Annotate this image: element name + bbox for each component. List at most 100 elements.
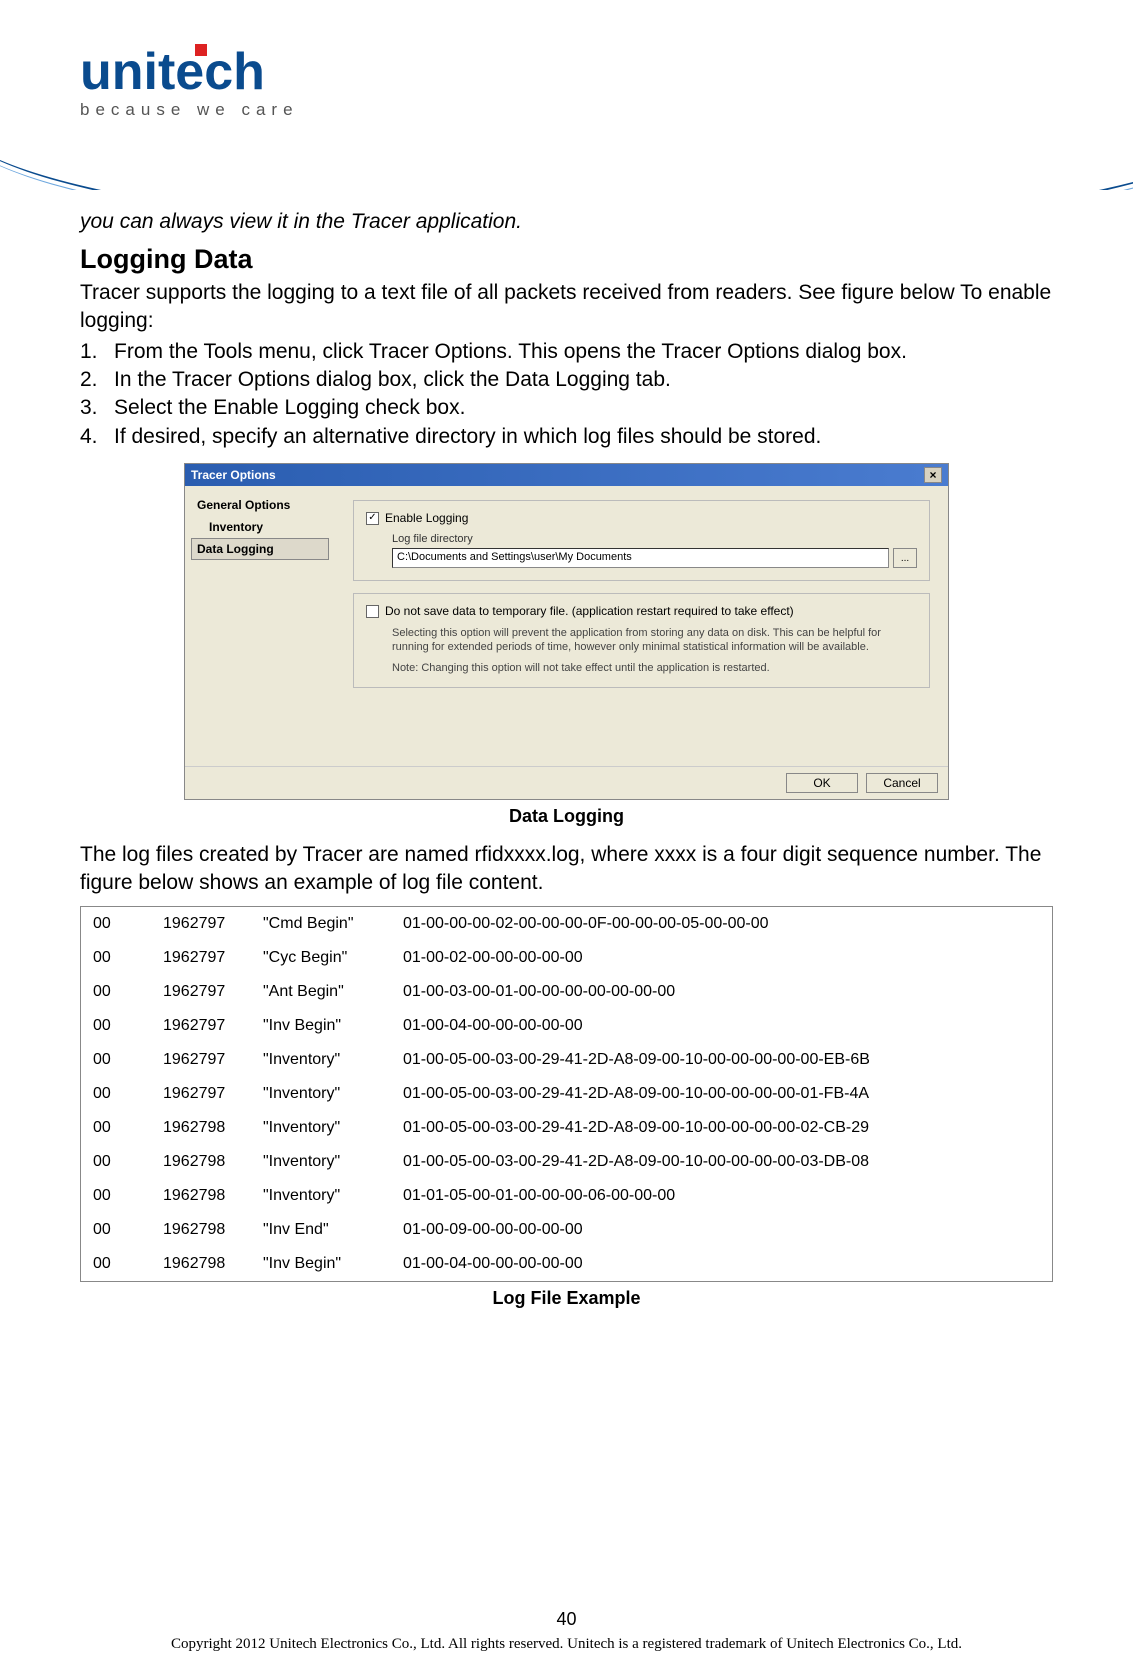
lead-text: you can always view it in the Tracer app…	[80, 210, 1053, 234]
table-row: 001962797"Inv Begin"01-00-04-00-00-00-00…	[81, 1009, 1052, 1043]
close-icon: ×	[929, 468, 936, 482]
table-cell: 01-00-05-00-03-00-29-41-2D-A8-09-00-10-0…	[391, 1077, 1052, 1111]
table-cell: 01-01-05-00-01-00-00-00-06-00-00-00	[391, 1179, 1052, 1213]
table-cell: 01-00-02-00-00-00-00-00	[391, 941, 1052, 975]
table-row: 001962798"Inv End"01-00-09-00-00-00-00-0…	[81, 1213, 1052, 1247]
figure-caption-data-logging: Data Logging	[80, 806, 1053, 827]
table-cell: 01-00-05-00-03-00-29-41-2D-A8-09-00-10-0…	[391, 1043, 1052, 1077]
table-cell: 00	[81, 1179, 151, 1213]
copyright-text: Copyright 2012 Unitech Electronics Co., …	[0, 1636, 1133, 1653]
table-cell: 1962797	[151, 1009, 251, 1043]
page-number: 40	[0, 1609, 1133, 1630]
list-item: 2.In the Tracer Options dialog box, clic…	[80, 366, 1053, 394]
table-row: 001962797"Cmd Begin"01-00-00-00-02-00-00…	[81, 907, 1052, 941]
table-row: 001962797"Inventory"01-00-05-00-03-00-29…	[81, 1043, 1052, 1077]
dialog-titlebar: Tracer Options ×	[185, 464, 948, 486]
table-cell: "Cyc Begin"	[251, 941, 391, 975]
sidebar-item-general-options[interactable]: General Options	[191, 494, 329, 516]
table-cell: 1962798	[151, 1247, 251, 1281]
table-cell: 01-00-04-00-00-00-00-00	[391, 1009, 1052, 1043]
check-icon: ✓	[368, 513, 376, 523]
table-cell: 00	[81, 975, 151, 1009]
table-cell: "Inventory"	[251, 1111, 391, 1145]
dialog-main-panel: ✓ Enable Logging Log file directory C:\D…	[335, 486, 948, 766]
table-cell: 00	[81, 1213, 151, 1247]
table-cell: 00	[81, 1077, 151, 1111]
table-cell: 00	[81, 1009, 151, 1043]
logo-text: unitech	[80, 42, 299, 102]
table-cell: 1962797	[151, 1043, 251, 1077]
table-cell: 1962798	[151, 1213, 251, 1247]
table-cell: 1962798	[151, 1145, 251, 1179]
table-row: 001962798"Inventory"01-01-05-00-01-00-00…	[81, 1179, 1052, 1213]
dialog-title: Tracer Options	[191, 468, 276, 482]
list-item: 3.Select the Enable Logging check box.	[80, 394, 1053, 422]
list-item: 4.If desired, specify an alternative dir…	[80, 423, 1053, 451]
page-footer: 40 Copyright 2012 Unitech Electronics Co…	[0, 1609, 1133, 1653]
log-table: 001962797"Cmd Begin"01-00-00-00-02-00-00…	[81, 907, 1052, 1281]
table-cell: "Inv Begin"	[251, 1247, 391, 1281]
table-cell: "Inv End"	[251, 1213, 391, 1247]
close-button[interactable]: ×	[924, 467, 942, 483]
do-not-save-temp-checkbox[interactable]	[366, 605, 379, 618]
temp-restart-note: Note: Changing this option will not take…	[392, 661, 917, 675]
table-cell: 00	[81, 907, 151, 941]
table-cell: 1962797	[151, 907, 251, 941]
list-item: 1.From the Tools menu, click Tracer Opti…	[80, 338, 1053, 366]
table-cell: "Inv Begin"	[251, 1009, 391, 1043]
table-cell: 1962798	[151, 1111, 251, 1145]
table-cell: 01-00-04-00-00-00-00-00	[391, 1247, 1052, 1281]
table-cell: 1962797	[151, 941, 251, 975]
dialog-sidebar: General Options Inventory Data Logging	[185, 486, 335, 766]
intro-text: Tracer supports the logging to a text fi…	[80, 279, 1053, 336]
sidebar-item-inventory[interactable]: Inventory	[191, 516, 329, 538]
table-cell: "Inventory"	[251, 1179, 391, 1213]
enable-logging-panel: ✓ Enable Logging Log file directory C:\D…	[353, 500, 930, 581]
table-cell: 00	[81, 1145, 151, 1179]
dialog-footer: OK Cancel	[185, 766, 948, 799]
table-cell: 00	[81, 1043, 151, 1077]
enable-logging-checkbox[interactable]: ✓	[366, 512, 379, 525]
tracer-options-dialog: Tracer Options × General Options Invento…	[184, 463, 949, 800]
table-cell: 01-00-00-00-02-00-00-00-0F-00-00-00-05-0…	[391, 907, 1052, 941]
table-cell: 1962797	[151, 975, 251, 1009]
table-cell: 1962798	[151, 1179, 251, 1213]
brand-logo: unitech because we care	[80, 42, 299, 120]
table-cell: 01-00-05-00-03-00-29-41-2D-A8-09-00-10-0…	[391, 1111, 1052, 1145]
table-cell: "Inventory"	[251, 1077, 391, 1111]
browse-button[interactable]: ...	[893, 548, 917, 568]
table-row: 001962798"Inventory"01-00-05-00-03-00-29…	[81, 1145, 1052, 1179]
log-file-example: 001962797"Cmd Begin"01-00-00-00-02-00-00…	[80, 906, 1053, 1282]
table-row: 001962797"Cyc Begin"01-00-02-00-00-00-00…	[81, 941, 1052, 975]
step-list: 1.From the Tools menu, click Tracer Opti…	[80, 338, 1053, 451]
table-row: 001962798"Inv Begin"01-00-04-00-00-00-00…	[81, 1247, 1052, 1281]
section-heading: Logging Data	[80, 244, 1053, 275]
table-cell: "Inventory"	[251, 1043, 391, 1077]
table-cell: 00	[81, 1111, 151, 1145]
log-description-text: The log files created by Tracer are name…	[80, 841, 1053, 898]
table-cell: 01-00-05-00-03-00-29-41-2D-A8-09-00-10-0…	[391, 1145, 1052, 1179]
enable-logging-label: Enable Logging	[385, 511, 468, 525]
figure-caption-log-file: Log File Example	[80, 1288, 1053, 1309]
page-header: unitech because we care	[0, 0, 1133, 190]
table-cell: "Cmd Begin"	[251, 907, 391, 941]
table-cell: 01-00-09-00-00-00-00-00	[391, 1213, 1052, 1247]
log-dir-input[interactable]: C:\Documents and Settings\user\My Docume…	[392, 548, 889, 568]
log-dir-label: Log file directory	[392, 533, 917, 545]
table-row: 001962797"Inventory"01-00-05-00-03-00-29…	[81, 1077, 1052, 1111]
cancel-button[interactable]: Cancel	[866, 773, 938, 793]
ok-button[interactable]: OK	[786, 773, 858, 793]
swoosh-icon	[0, 120, 1133, 190]
sidebar-item-data-logging[interactable]: Data Logging	[191, 538, 329, 560]
logo-dot-icon	[195, 44, 207, 56]
do-not-save-temp-label: Do not save data to temporary file. (app…	[385, 604, 794, 618]
temp-note-text: Selecting this option will prevent the a…	[392, 626, 917, 655]
table-cell: "Inventory"	[251, 1145, 391, 1179]
table-row: 001962798"Inventory"01-00-05-00-03-00-29…	[81, 1111, 1052, 1145]
table-cell: 1962797	[151, 1077, 251, 1111]
table-cell: 00	[81, 941, 151, 975]
page-content: you can always view it in the Tracer app…	[0, 210, 1133, 1309]
table-cell: 01-00-03-00-01-00-00-00-00-00-00-00	[391, 975, 1052, 1009]
temp-file-panel: Do not save data to temporary file. (app…	[353, 593, 930, 688]
table-row: 001962797"Ant Begin"01-00-03-00-01-00-00…	[81, 975, 1052, 1009]
